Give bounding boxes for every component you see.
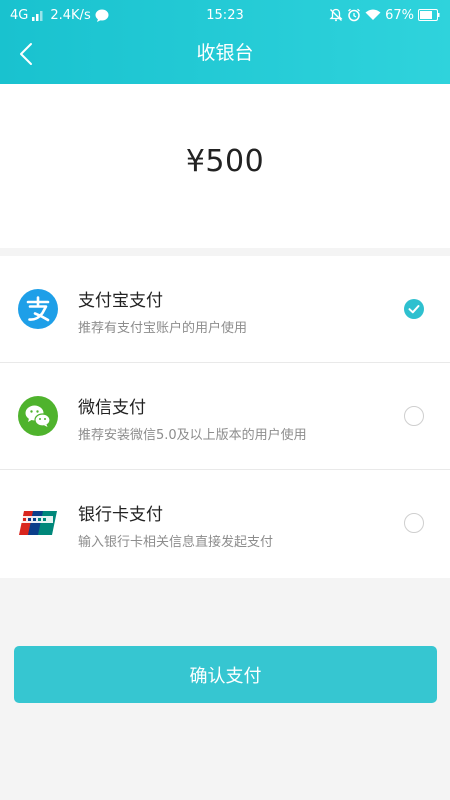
wechat-icon <box>18 396 58 436</box>
network-type: 4G <box>10 7 29 23</box>
check-icon <box>408 305 420 314</box>
method-subtitle: 输入银行卡相关信息直接发起支付 <box>78 535 274 550</box>
status-left: 4G 2.4K/s <box>10 8 109 23</box>
unionpay-icon <box>18 503 58 543</box>
alarm-icon <box>347 8 361 22</box>
message-bubble-icon <box>95 9 109 22</box>
method-radio[interactable] <box>404 513 424 533</box>
method-title: 支付宝支付 <box>78 291 163 311</box>
status-right: 67% <box>329 8 440 23</box>
method-subtitle: 推荐安装微信5.0及以上版本的用户使用 <box>78 428 307 443</box>
amount-section: ¥500 <box>0 84 450 248</box>
method-radio[interactable] <box>404 406 424 426</box>
method-subtitle: 推荐有支付宝账户的用户使用 <box>78 321 248 336</box>
status-bar: 4G 2.4K/s 15:23 67% <box>0 0 450 30</box>
top-header: 4G 2.4K/s 15:23 67% 收银台 <box>0 0 450 84</box>
status-time: 15:23 <box>206 7 244 23</box>
wifi-icon <box>365 9 381 21</box>
payment-amount: ¥500 <box>185 144 265 179</box>
signal-icon <box>32 9 46 21</box>
payment-method-alipay[interactable]: 支付宝支付 推荐有支付宝账户的用户使用 <box>0 256 450 363</box>
page-title: 收银台 <box>196 42 254 64</box>
method-title: 银行卡支付 <box>78 505 163 525</box>
confirm-payment-button[interactable]: 确认支付 <box>14 646 437 703</box>
payment-method-wechat[interactable]: 微信支付 推荐安装微信5.0及以上版本的用户使用 <box>0 363 450 470</box>
mute-bell-icon <box>329 8 343 22</box>
payment-method-bankcard[interactable]: 银行卡支付 输入银行卡相关信息直接发起支付 <box>0 470 450 578</box>
battery-icon <box>418 9 440 21</box>
nav-bar: 收银台 <box>0 30 450 84</box>
method-title: 微信支付 <box>78 398 146 418</box>
method-radio-selected[interactable] <box>404 299 424 319</box>
battery-percent: 67% <box>385 7 414 23</box>
payment-method-list: 支付宝支付 推荐有支付宝账户的用户使用 微信支付 推荐安装微信5.0及以上版本的… <box>0 256 450 578</box>
alipay-icon <box>18 289 58 329</box>
network-speed: 2.4K/s <box>50 7 91 23</box>
